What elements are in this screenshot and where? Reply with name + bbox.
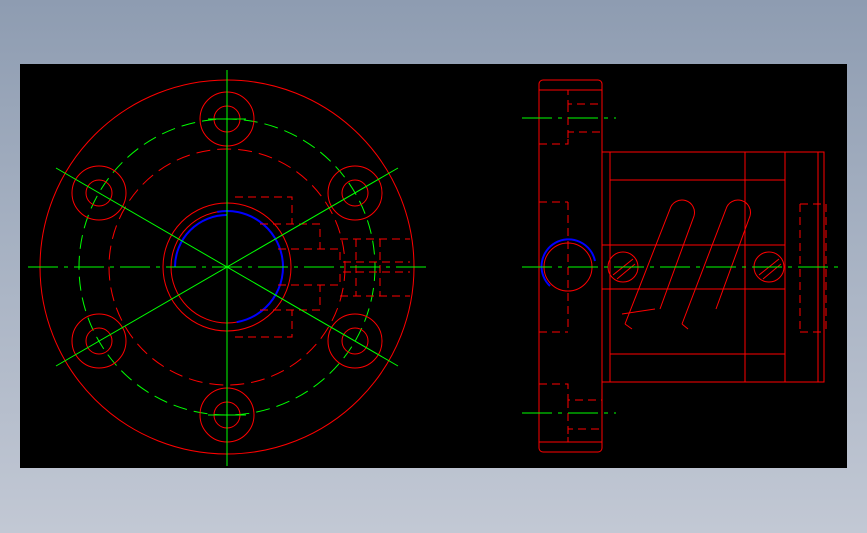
side-view <box>522 79 838 453</box>
front-centerlines <box>28 70 426 466</box>
helix-grooves <box>621 199 751 330</box>
flange-plate <box>538 79 603 453</box>
cad-drawing-canvas[interactable] <box>20 64 847 468</box>
cad-drawing <box>28 70 838 466</box>
end-hidden-lines <box>799 203 827 333</box>
side-centerlines <box>522 117 838 414</box>
bore-highlight-arc <box>217 210 284 324</box>
front-view <box>28 70 426 466</box>
plate-bolt-hidden-lines <box>539 89 602 443</box>
